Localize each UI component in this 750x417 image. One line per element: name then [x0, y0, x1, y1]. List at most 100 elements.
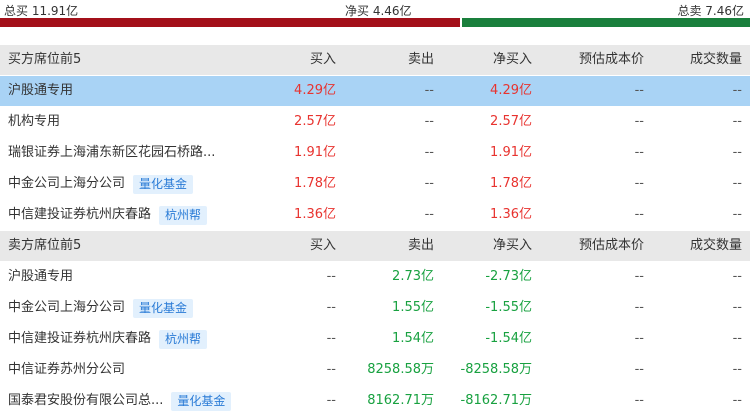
cost-price-cell: -- [634, 83, 644, 98]
net-buy-label: 净买 4.46亿 [345, 4, 412, 18]
sell-amount-cell: 2.73亿 [392, 269, 434, 284]
buy-section-title: 买方席位前5 [8, 52, 82, 67]
sell-amount-cell: -- [424, 176, 434, 191]
sell-amount-cell: -- [424, 207, 434, 222]
buy-header-row: 买方席位前5 买入 卖出 净买入 预估成本价 成交数量 [0, 45, 750, 76]
table-row[interactable]: 中信建投证券杭州庆春路 杭州帮 1.36亿 -- 1.36亿 -- -- [0, 200, 750, 231]
col-buy-header: 买入 [309, 238, 336, 253]
col-net-header: 净买入 [492, 238, 532, 253]
table-row[interactable]: 中信证券苏州分公司 -- 8258.58万 -8258.58万 -- -- [0, 355, 750, 386]
buy-amount-cell: -- [326, 300, 336, 315]
col-volume-header: 成交数量 [689, 238, 742, 253]
seat-name-cell: 瑞银证券上海浦东新区花园石桥路... [8, 138, 298, 168]
seat-name[interactable]: 中金公司上海分公司 [8, 293, 125, 323]
seat-tag-badge[interactable]: 量化基金 [133, 298, 194, 318]
buy-amount-cell: 1.91亿 [294, 145, 336, 160]
cost-price-cell: -- [634, 269, 644, 284]
net-amount-cell: -8258.58万 [460, 362, 532, 377]
volume-cell: -- [732, 176, 742, 191]
seat-name[interactable]: 中信证券苏州分公司 [8, 355, 125, 385]
buy-amount-cell: -- [326, 269, 336, 284]
table-row[interactable]: 中信建投证券杭州庆春路 杭州帮 -- 1.54亿 -1.54亿 -- -- [0, 324, 750, 355]
buy-rows: 沪股通专用 4.29亿 -- 4.29亿 -- -- 机构专用 2.57亿 -- 2.57亿 -- -… [0, 76, 750, 231]
seat-name-cell: 中信证券苏州分公司 [8, 355, 298, 385]
seat-name-cell: 国泰君安股份有限公司总... 量化基金 [8, 386, 298, 416]
net-amount-cell: -8162.71万 [460, 393, 532, 408]
seat-tag-badge[interactable]: 量化基金 [133, 174, 194, 194]
sell-amount-cell: 1.55亿 [392, 300, 434, 315]
sell-section-title: 卖方席位前5 [8, 238, 82, 253]
seat-table: 买方席位前5 买入 卖出 净买入 预估成本价 成交数量 沪股通专用 4.29亿 --… [0, 45, 750, 417]
cost-price-cell: -- [634, 176, 644, 191]
seat-name-cell: 中信建投证券杭州庆春路 杭州帮 [8, 200, 298, 230]
cost-price-cell: -- [634, 362, 644, 377]
seat-name[interactable]: 机构专用 [8, 107, 60, 137]
buy-amount-cell: -- [326, 362, 336, 377]
cost-price-cell: -- [634, 114, 644, 129]
table-row[interactable]: 机构专用 2.57亿 -- 2.57亿 -- -- [0, 107, 750, 138]
sell-amount-cell: -- [424, 114, 434, 129]
cost-price-cell: -- [634, 145, 644, 160]
seat-name[interactable]: 中信建投证券杭州庆春路 [8, 200, 151, 230]
volume-cell: -- [732, 393, 742, 408]
sell-rows: 沪股通专用 -- 2.73亿 -2.73亿 -- -- 中金公司上海分公司 量化基金 -- 1.5… [0, 262, 750, 417]
seat-name-cell: 中金公司上海分公司 量化基金 [8, 293, 298, 323]
col-sell-header: 卖出 [407, 238, 434, 253]
seat-tag-badge[interactable]: 量化基金 [171, 391, 232, 411]
sell-amount-cell: 8162.71万 [367, 393, 434, 408]
col-volume-header: 成交数量 [689, 52, 742, 67]
buy-amount-cell: -- [326, 331, 336, 346]
seat-name[interactable]: 中信建投证券杭州庆春路 [8, 324, 151, 354]
table-row[interactable]: 沪股通专用 -- 2.73亿 -2.73亿 -- -- [0, 262, 750, 293]
seat-name[interactable]: 瑞银证券上海浦东新区花园石桥路... [8, 138, 215, 168]
net-amount-cell: -1.54亿 [485, 331, 532, 346]
net-amount-cell: -2.73亿 [485, 269, 532, 284]
seat-name[interactable]: 中金公司上海分公司 [8, 169, 125, 199]
total-sell-label: 总卖 7.46亿 [677, 4, 744, 18]
volume-cell: -- [732, 362, 742, 377]
table-row[interactable]: 沪股通专用 4.29亿 -- 4.29亿 -- -- [0, 76, 750, 107]
seat-name[interactable]: 沪股通专用 [8, 76, 73, 106]
net-amount-cell: 1.78亿 [490, 176, 532, 191]
volume-cell: -- [732, 114, 742, 129]
seat-name-cell: 机构专用 [8, 107, 298, 137]
seat-tag-badge[interactable]: 杭州帮 [159, 329, 208, 349]
seat-name-cell: 中信建投证券杭州庆春路 杭州帮 [8, 324, 298, 354]
buy-amount-cell: 4.29亿 [294, 83, 336, 98]
buy-amount-cell: 1.78亿 [294, 176, 336, 191]
sell-amount-cell: -- [424, 145, 434, 160]
sell-ratio-bar [462, 18, 750, 27]
net-amount-cell: 4.29亿 [490, 83, 532, 98]
volume-cell: -- [732, 269, 742, 284]
cost-price-cell: -- [634, 207, 644, 222]
volume-cell: -- [732, 145, 742, 160]
table-row[interactable]: 国泰君安股份有限公司总... 量化基金 -- 8162.71万 -8162.71万 -- -… [0, 386, 750, 417]
total-buy-label: 总买 11.91亿 [4, 4, 79, 18]
summary-bar: 总买 11.91亿 净买 4.46亿 总卖 7.46亿 [0, 0, 750, 18]
table-row[interactable]: 中金公司上海分公司 量化基金 1.78亿 -- 1.78亿 -- -- [0, 169, 750, 200]
seat-name[interactable]: 沪股通专用 [8, 262, 73, 292]
col-cost-header: 预估成本价 [578, 238, 644, 253]
seat-tag-badge[interactable]: 杭州帮 [159, 205, 208, 225]
seat-name-cell: 沪股通专用 [8, 76, 298, 106]
col-net-header: 净买入 [492, 52, 532, 67]
sell-amount-cell: 1.54亿 [392, 331, 434, 346]
net-amount-cell: 1.36亿 [490, 207, 532, 222]
sell-amount-cell: 8258.58万 [367, 362, 434, 377]
volume-cell: -- [732, 83, 742, 98]
col-cost-header: 预估成本价 [578, 52, 644, 67]
volume-cell: -- [732, 207, 742, 222]
table-row[interactable]: 中金公司上海分公司 量化基金 -- 1.55亿 -1.55亿 -- -- [0, 293, 750, 324]
seat-name-cell: 中金公司上海分公司 量化基金 [8, 169, 298, 199]
net-amount-cell: 2.57亿 [490, 114, 532, 129]
table-row[interactable]: 瑞银证券上海浦东新区花园石桥路... 1.91亿 -- 1.91亿 -- -- [0, 138, 750, 169]
cost-price-cell: -- [634, 300, 644, 315]
col-sell-header: 卖出 [407, 52, 434, 67]
buy-amount-cell: 2.57亿 [294, 114, 336, 129]
sell-header-row: 卖方席位前5 买入 卖出 净买入 预估成本价 成交数量 [0, 231, 750, 262]
cost-price-cell: -- [634, 331, 644, 346]
seat-name-cell: 沪股通专用 [8, 262, 298, 292]
seat-name[interactable]: 国泰君安股份有限公司总... [8, 386, 163, 416]
cost-price-cell: -- [634, 393, 644, 408]
sell-amount-cell: -- [424, 83, 434, 98]
